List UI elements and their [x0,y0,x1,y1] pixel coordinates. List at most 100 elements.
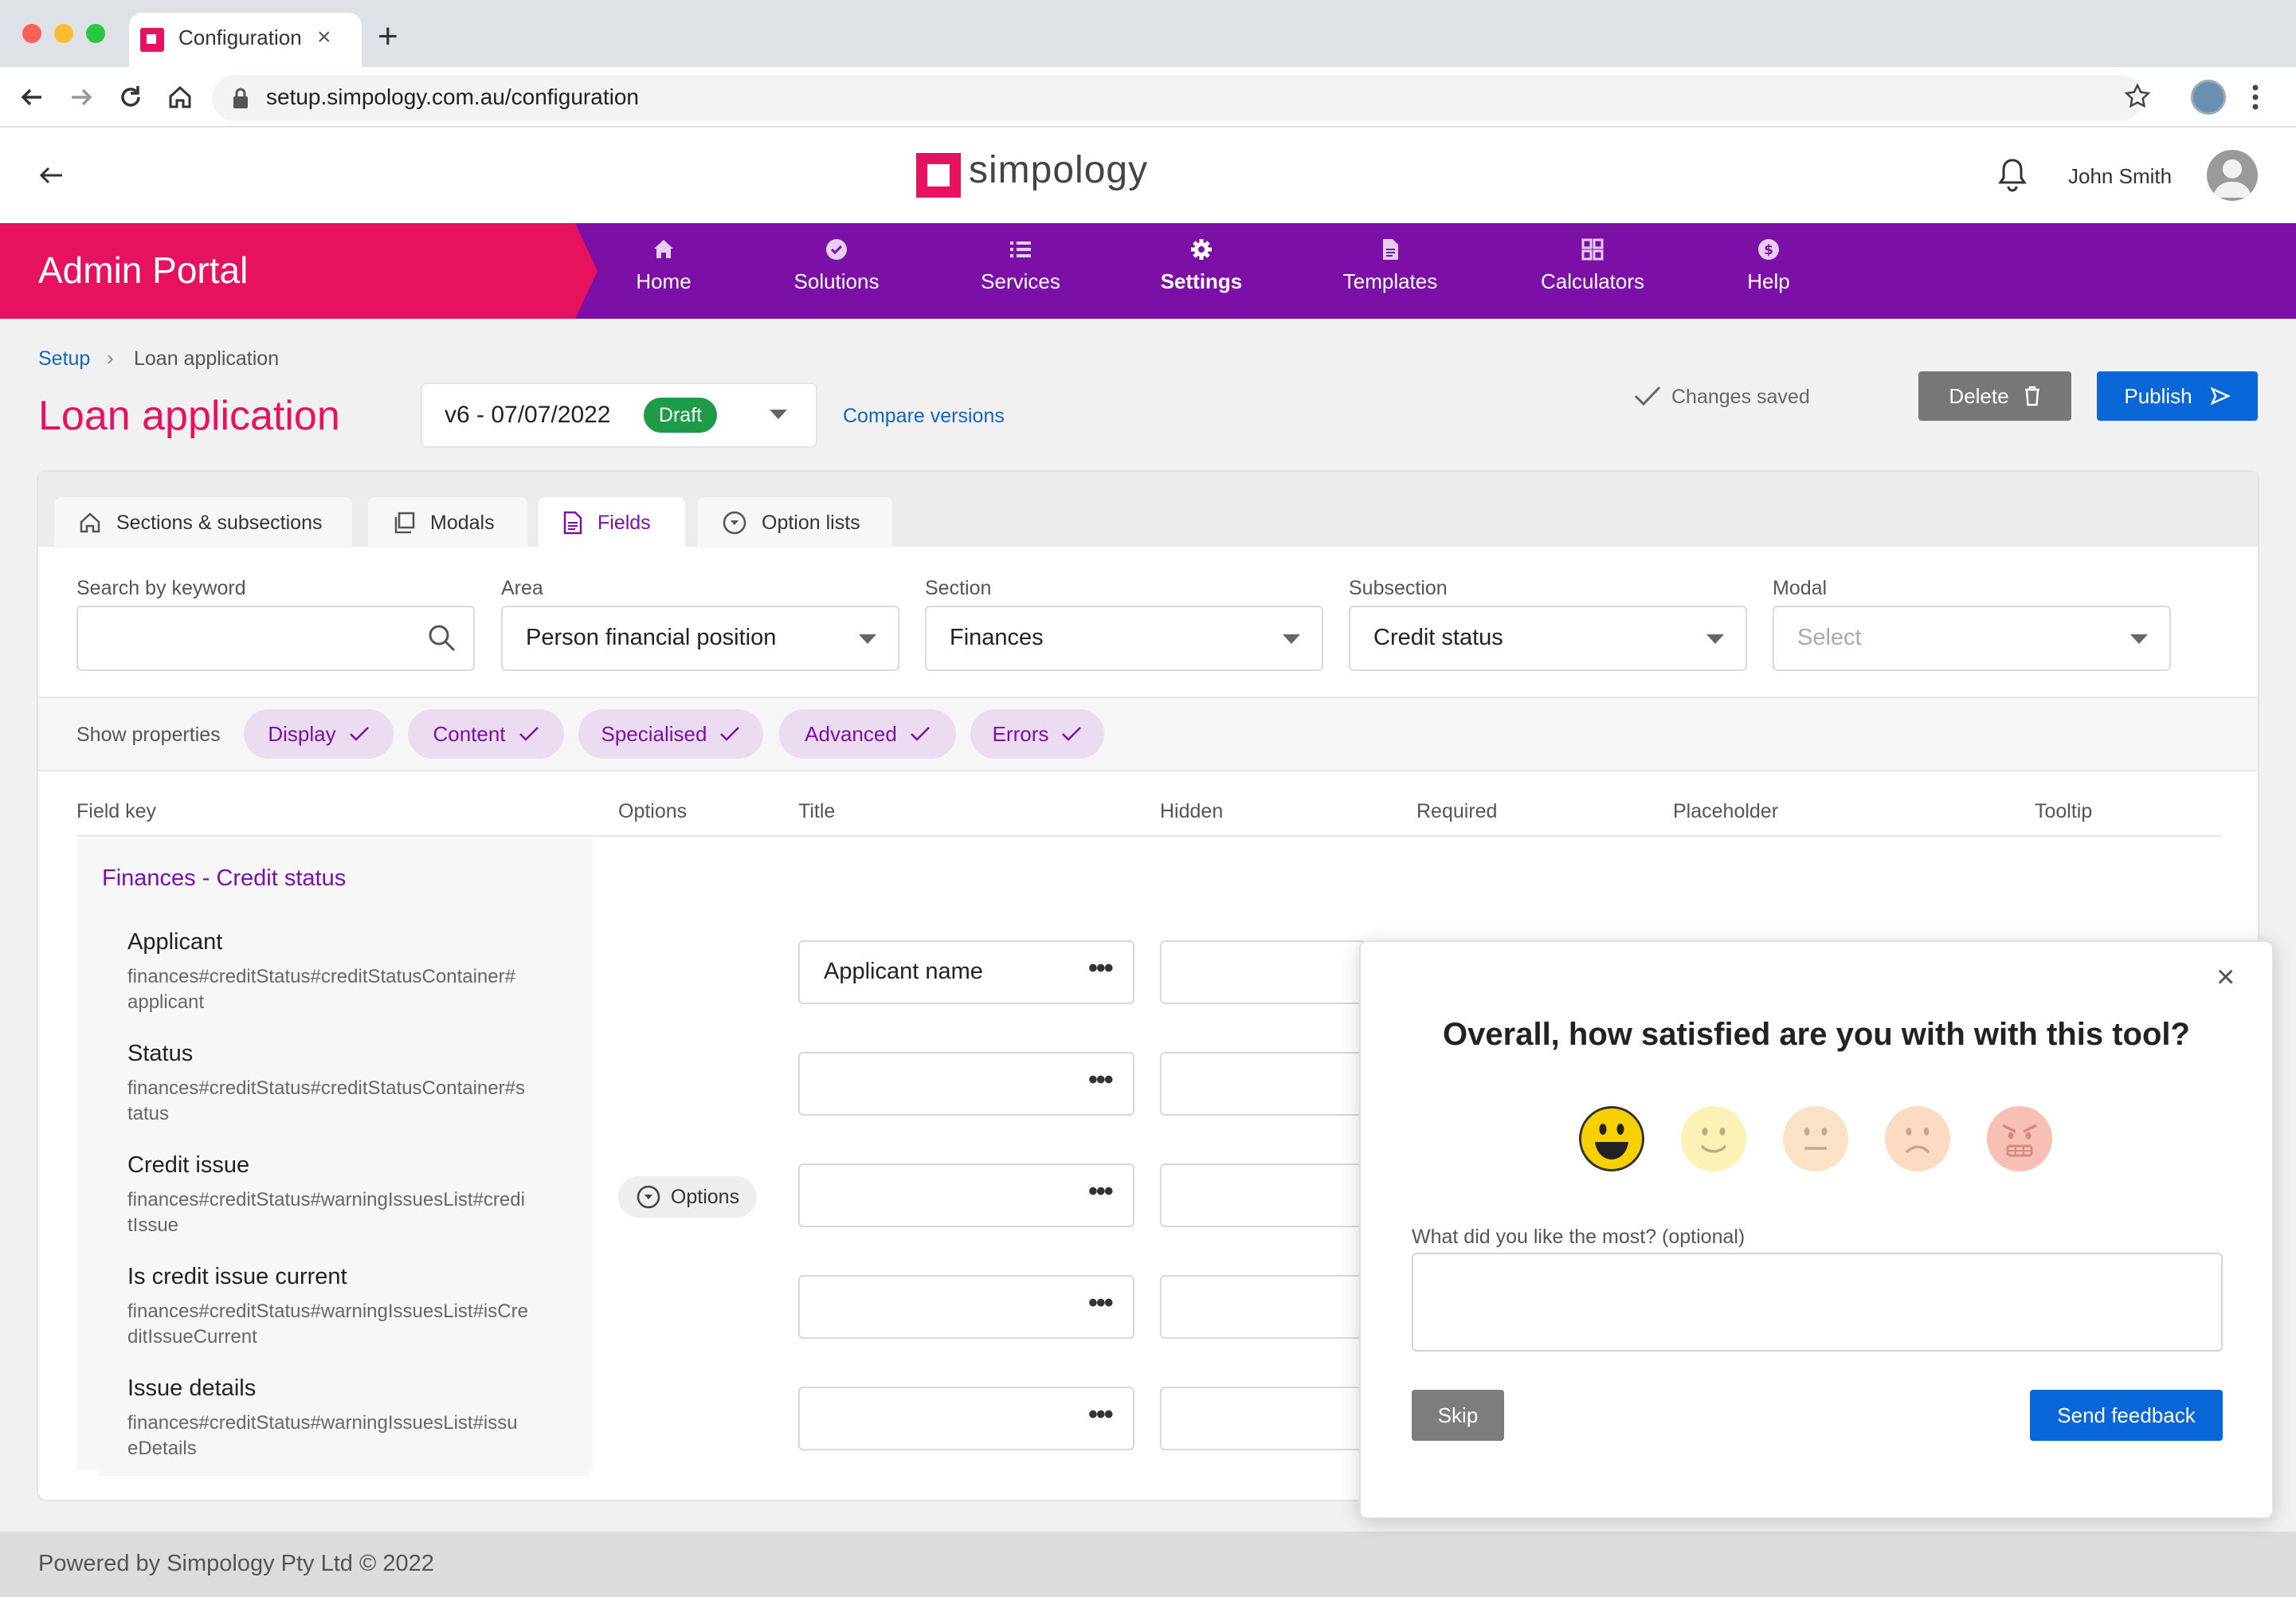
bookmark-star-icon[interactable] [2124,83,2151,110]
home-icon [652,237,676,261]
subsection-value: Credit status [1373,625,1503,650]
field-group-title: Finances - Credit status [102,865,347,891]
reload-icon[interactable] [115,81,147,113]
user-name[interactable]: John Smith [2068,164,2172,189]
window-close-light[interactable] [22,24,41,43]
version-text: v6 - 07/07/2022 [445,402,611,428]
field-name: Credit issue [127,1152,250,1178]
column-header-tooltip: Tooltip [2035,800,2093,822]
table-row: Credit issue finances#creditStatus#warni… [99,1144,590,1253]
publish-button[interactable]: Publish [2097,371,2258,421]
hidden-select[interactable] [1160,1275,1367,1339]
feedback-comment-textarea[interactable] [1412,1253,2223,1352]
notification-bell-icon[interactable] [1996,156,2028,194]
nav-item-home[interactable]: Home [584,237,743,294]
nav-item-solutions[interactable]: Solutions [757,237,916,294]
window-minimize-light[interactable] [54,24,73,43]
table-row: Status finances#creditStatus#creditStatu… [99,1033,590,1141]
tab-option-lists[interactable]: Option lists [698,497,892,548]
more-options-icon[interactable]: ••• [1088,1399,1114,1430]
more-options-icon[interactable]: ••• [1088,1176,1114,1207]
more-options-icon[interactable]: ••• [1088,1288,1114,1319]
column-header-hidden: Hidden [1160,800,1224,822]
new-tab-icon[interactable]: + [378,19,398,54]
home-icon [78,511,102,535]
title-input[interactable] [798,1052,1134,1116]
chip-advanced[interactable]: Advanced [779,709,956,759]
chip-specialised[interactable]: Specialised [578,709,763,759]
favicon-icon [140,28,164,52]
hidden-select[interactable] [1160,940,1367,1004]
options-button[interactable]: Options [618,1176,757,1218]
feedback-comment-label: What did you like the most? (optional) [1412,1226,1746,1248]
url-text[interactable]: setup.simpology.com.au/configuration [266,84,639,110]
very-satisfied-face-icon[interactable] [1579,1106,1644,1171]
send-icon [2210,386,2231,406]
nav-item-help[interactable]: $ Help [1689,237,1848,294]
search-input[interactable] [76,606,475,671]
chevron-circle-icon [636,1184,661,1210]
chip-content[interactable]: Content [408,709,564,759]
search-label: Search by keyword [76,577,246,599]
window-zoom-light[interactable] [86,24,105,43]
area-value: Person financial position [526,625,777,650]
more-options-icon[interactable]: ••• [1088,1065,1114,1096]
column-header-options: Options [618,800,688,822]
tab-modals[interactable]: Modals [368,497,527,548]
title-input[interactable] [798,1163,1134,1227]
field-key-path: finances#creditStatus#creditStatusContai… [127,1077,525,1124]
back-icon[interactable] [16,81,48,113]
field-key-path: finances#creditStatus#warningIssuesList#… [127,1189,525,1236]
grid-icon [1581,237,1604,261]
title-value: Applicant name [824,959,983,984]
chevron-down-icon [2130,634,2148,644]
section-label: Section [925,577,992,599]
nav-item-calculators[interactable]: Calculators [1513,237,1672,294]
field-name: Status [127,1041,194,1066]
nav-item-services[interactable]: Services [941,237,1100,294]
field-key-path: finances#creditStatus#creditStatusContai… [127,966,515,1013]
table-row: Issue details finances#creditStatus#warn… [99,1367,590,1476]
table-row: Is credit issue current finances#creditS… [99,1256,590,1364]
more-options-icon[interactable]: ••• [1088,953,1114,984]
forward-icon[interactable] [65,81,97,113]
compare-versions-link[interactable]: Compare versions [843,405,1005,428]
angry-face-icon[interactable] [1987,1106,2052,1171]
send-feedback-button[interactable]: Send feedback [2030,1390,2223,1441]
hidden-select[interactable] [1160,1052,1367,1116]
field-name: Issue details [127,1375,257,1401]
tab-fields[interactable]: Fields [539,497,685,548]
nav-item-settings[interactable]: Settings [1122,237,1281,294]
tab-title: Configuration [178,26,302,49]
chip-display[interactable]: Display [244,709,394,759]
delete-button[interactable]: Delete [1918,371,2071,421]
browser-menu-icon[interactable] [2251,83,2259,112]
title-input[interactable] [798,1387,1134,1450]
satisfied-face-icon[interactable] [1681,1106,1746,1171]
footer-text: Powered by Simpology Pty Ltd © 2022 [38,1551,434,1576]
breadcrumb-setup-link[interactable]: Setup [38,347,90,371]
dissatisfied-face-icon[interactable] [1885,1106,1950,1171]
table-header-divider [76,835,2221,837]
search-icon[interactable] [427,623,457,653]
modal-label: Modal [1773,577,1828,599]
nav-item-templates[interactable]: Templates [1311,237,1470,294]
title-input[interactable] [798,1275,1134,1339]
skip-button[interactable]: Skip [1412,1390,1504,1441]
tab-close-icon[interactable]: × [317,24,331,51]
column-header-required: Required [1416,800,1498,822]
neutral-face-icon[interactable] [1783,1106,1848,1171]
chip-errors[interactable]: Errors [970,709,1104,759]
hidden-select[interactable] [1160,1387,1367,1450]
document-icon [1378,237,1402,261]
user-avatar[interactable] [2207,150,2258,201]
close-icon[interactable]: × [2216,959,2235,995]
home-browser-icon[interactable] [164,81,196,113]
gear-icon [1189,237,1213,261]
tab-sections-subsections[interactable]: Sections & subsections [54,497,352,548]
browser-profile-avatar[interactable] [2191,80,2226,115]
lock-icon [231,86,250,110]
check-icon [519,725,539,743]
hidden-select[interactable] [1160,1163,1367,1227]
back-arrow-icon[interactable] [35,159,67,191]
